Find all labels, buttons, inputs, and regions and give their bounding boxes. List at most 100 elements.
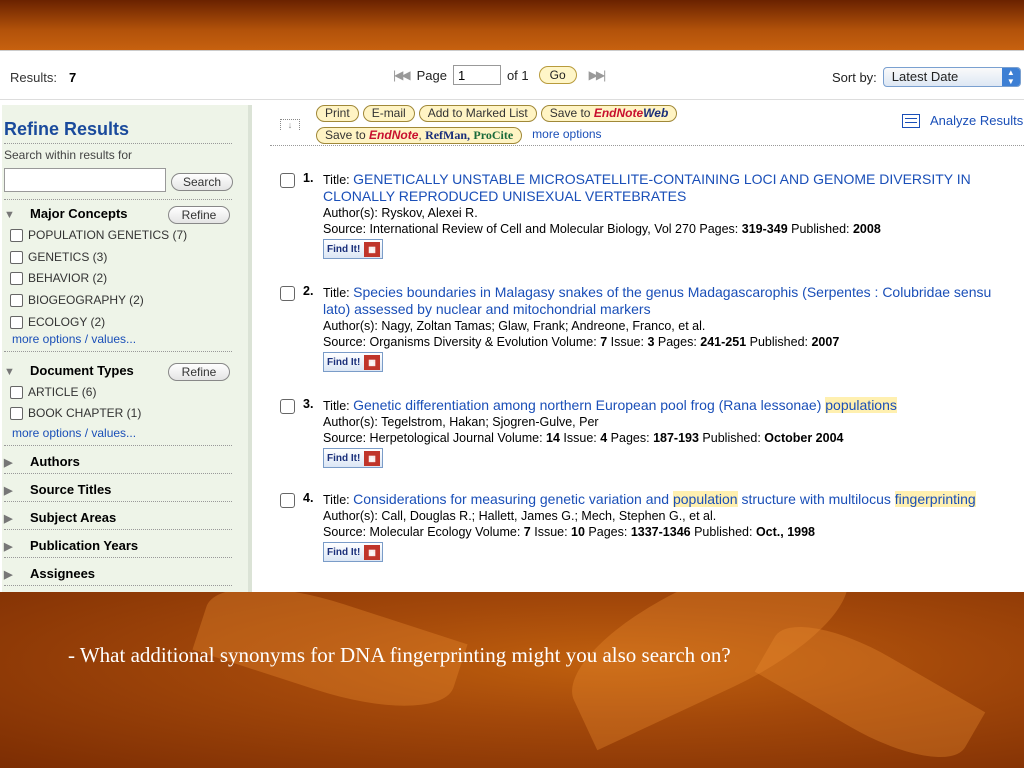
find-it-button[interactable]: Find It! ▦ [323, 239, 383, 259]
checkbox[interactable] [10, 385, 23, 399]
expanded-triangle-icon: ▼ [4, 366, 15, 378]
find-it-button[interactable]: Find It! ▦ [323, 448, 383, 468]
refine-concepts-button[interactable]: Refine [168, 206, 230, 224]
sort-label: Sort by: [832, 69, 877, 85]
record-checkbox[interactable] [280, 399, 295, 414]
checkbox[interactable] [10, 406, 23, 420]
slide-bottom-band: - What additional synonyms for DNA finge… [0, 592, 1024, 768]
download-arrow-icon[interactable]: ↓ [280, 119, 300, 130]
search-button[interactable]: Search [171, 173, 233, 191]
email-button[interactable]: E-mail [362, 105, 415, 122]
results-number: 7 [68, 70, 77, 85]
pager: |◀◀ Page of 1 Go ▶▶| [393, 65, 607, 85]
next-page-icon[interactable]: ▶▶| [589, 68, 607, 82]
collapsed-triangle-icon: ▶ [4, 569, 13, 581]
refine-doctypes-button[interactable]: Refine [168, 363, 230, 381]
search-within-label: Search within results for [4, 148, 133, 162]
record-checkbox[interactable] [280, 493, 295, 508]
find-it-button[interactable]: Find It! ▦ [323, 352, 383, 372]
checkbox[interactable] [10, 271, 23, 285]
title-label: Title: [323, 399, 350, 413]
authors-heading[interactable]: ▶ Authors [4, 454, 80, 469]
decorative-leaf [754, 602, 986, 768]
major-concepts-heading[interactable]: ▼ Major Concepts [4, 206, 128, 221]
first-page-icon[interactable]: |◀◀ [393, 68, 411, 82]
output-actions-row-2: Save to EndNote, RefMan, ProCite more op… [316, 127, 602, 144]
add-to-marked-list-button[interactable]: Add to Marked List [418, 105, 537, 122]
slide-top-band [0, 0, 1024, 50]
results-toolbar: Results: 7 |◀◀ Page of 1 Go ▶▶| Sort by: … [0, 50, 1024, 100]
find-it-icon: ▦ [364, 545, 380, 560]
select-arrows-icon: ▲ ▼ [1001, 68, 1020, 86]
analyze-results-link[interactable]: Analyze Results [902, 113, 1023, 128]
page-input[interactable] [452, 65, 501, 85]
checkbox[interactable] [10, 315, 23, 329]
option-ecology[interactable]: ECOLOGY (2) [10, 315, 105, 329]
record-title-link[interactable]: Genetic differentiation among northern E… [353, 397, 897, 413]
option-article[interactable]: ARTICLE (6) [10, 385, 96, 399]
record-title-link[interactable]: GENETICALLY UNSTABLE MICROSATELLITE-CONT… [323, 171, 971, 204]
record-number: 4. [303, 491, 314, 505]
title-label: Title: [323, 286, 350, 300]
record-checkbox[interactable] [280, 286, 295, 301]
option-behavior[interactable]: BEHAVIOR (2) [10, 271, 107, 285]
slide-caption: - What additional synonyms for DNA finge… [68, 643, 731, 667]
record-title-link[interactable]: Considerations for measuring genetic var… [353, 491, 976, 507]
divider [4, 445, 232, 446]
analyze-list-icon [902, 113, 920, 128]
record-source: Source: Herpetological Journal Volume: 1… [323, 431, 844, 445]
option-book-chapter[interactable]: BOOK CHAPTER (1) [10, 406, 141, 420]
record-checkbox[interactable] [280, 173, 295, 188]
divider [4, 585, 232, 586]
option-population-genetics[interactable]: POPULATION GENETICS (7) [10, 228, 187, 242]
title-label: Title: [323, 493, 350, 507]
save-to-endnote-web-button[interactable]: Save to EndNoteWeb [540, 105, 678, 122]
assignees-heading[interactable]: ▶ Assignees [4, 566, 95, 581]
results-label: Results: [10, 70, 57, 85]
record-authors: Author(s): Tegelstrom, Hakan; Sjogren-Gu… [323, 415, 599, 429]
divider [4, 501, 232, 502]
source-titles-heading[interactable]: ▶ Source Titles [4, 482, 111, 497]
divider [4, 473, 232, 474]
record-authors: Author(s): Call, Douglas R.; Hallett, Ja… [323, 509, 717, 523]
publication-years-heading[interactable]: ▶ Publication Years [4, 538, 138, 553]
find-it-button[interactable]: Find It! ▦ [323, 542, 383, 562]
record-authors: Author(s): Ryskov, Alexei R. [323, 206, 478, 220]
expanded-triangle-icon: ▼ [4, 209, 15, 221]
concepts-more-link[interactable]: more options / values... [12, 332, 136, 346]
option-biogeography[interactable]: BIOGEOGRAPHY (2) [10, 293, 144, 307]
collapsed-triangle-icon: ▶ [4, 457, 13, 469]
save-to-endnote-refman-procite-button[interactable]: Save to EndNote, RefMan, ProCite [316, 127, 523, 144]
divider [270, 145, 1024, 146]
search-within-input[interactable] [4, 168, 166, 192]
output-actions-row-1: Print E-mail Add to Marked List Save to … [316, 105, 678, 122]
record-title-link[interactable]: Species boundaries in Malagasy snakes of… [323, 284, 991, 317]
title-label: Title: [323, 173, 350, 187]
divider [4, 199, 232, 200]
document-types-heading[interactable]: ▼ Document Types [4, 363, 134, 378]
collapsed-triangle-icon: ▶ [4, 513, 13, 525]
checkbox[interactable] [10, 293, 23, 307]
divider [4, 143, 232, 144]
checkbox[interactable] [10, 250, 23, 264]
more-options-link[interactable]: more options [532, 127, 601, 144]
sort-control: Sort by: Latest Date ▲ ▼ [832, 67, 1021, 87]
collapsed-triangle-icon: ▶ [4, 541, 13, 553]
checkbox[interactable] [10, 228, 23, 242]
collapsed-triangle-icon: ▶ [4, 485, 13, 497]
database-screenshot: Results: 7 |◀◀ Page of 1 Go ▶▶| Sort by: … [0, 50, 1024, 592]
divider [4, 557, 232, 558]
record-authors: Author(s): Nagy, Zoltan Tamas; Glaw, Fra… [323, 319, 706, 333]
subject-areas-heading[interactable]: ▶ Subject Areas [4, 510, 116, 525]
doctypes-more-link[interactable]: more options / values... [12, 426, 136, 440]
sort-select[interactable]: Latest Date ▲ ▼ [882, 67, 1021, 87]
find-it-icon: ▦ [364, 451, 380, 466]
sort-value: Latest Date [891, 69, 959, 84]
record-source: Source: Organisms Diversity & Evolution … [323, 335, 840, 349]
refine-sidebar: Refine Results Search within results for… [2, 105, 252, 592]
option-genetics[interactable]: GENETICS (3) [10, 250, 107, 264]
go-button[interactable]: Go [538, 66, 577, 84]
print-button[interactable]: Print [316, 105, 359, 122]
results-count: Results: 7 [10, 70, 76, 85]
record-number: 1. [303, 171, 314, 185]
